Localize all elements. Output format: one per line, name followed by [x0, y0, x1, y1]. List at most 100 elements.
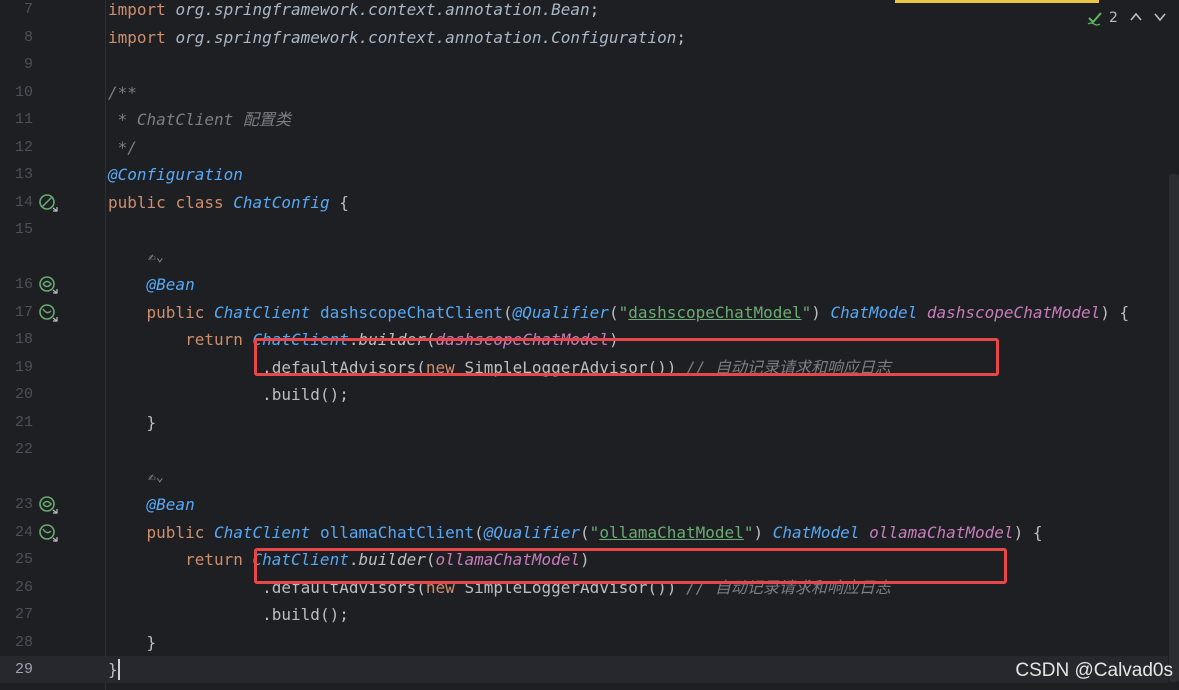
code-token: " — [589, 522, 600, 542]
code-line[interactable]: 23 @Bean — [0, 491, 1168, 518]
line-number[interactable]: 23 — [0, 491, 33, 518]
code-line[interactable]: 11 * ChatClient 配置类 — [0, 106, 1168, 133]
line-number[interactable]: 28 — [0, 629, 33, 656]
code-token: org.springframework.context.annotation.C… — [175, 27, 677, 47]
line-number[interactable]: 24 — [0, 519, 33, 546]
code-line[interactable]: 22 — [0, 436, 1168, 463]
ai-hint-icon[interactable]: ✍⌄ — [148, 244, 164, 271]
code-token: ) — [580, 550, 590, 569]
code-line[interactable]: 7 import org.springframework.context.anno… — [0, 0, 1168, 23]
code-text: import org.springframework.context.annot… — [108, 24, 686, 51]
code-token: ollamaChatModel — [435, 550, 581, 569]
inspection-widget[interactable]: 2 — [1079, 0, 1179, 36]
code-token: build — [271, 605, 320, 624]
chevron-up-icon[interactable] — [1130, 10, 1142, 26]
code-line[interactable]: 9 — [0, 51, 1168, 78]
line-number[interactable]: 12 — [0, 134, 33, 161]
line-number[interactable]: 15 — [0, 216, 33, 243]
code-token: ) — [608, 330, 619, 349]
code-line[interactable]: 25 return ChatClient.builder(ollamaChatM… — [0, 546, 1168, 573]
code-text: } — [108, 629, 157, 656]
code-line[interactable]: 13 @Configuration — [0, 161, 1168, 188]
code-token: // 自动记录请求和响应日志 — [686, 357, 891, 377]
watermark: CSDN @Calvad0s — [1015, 660, 1173, 681]
spring-bean-navigate-icon[interactable] — [38, 303, 60, 323]
line-number[interactable]: 10 — [0, 79, 33, 106]
code-line[interactable]: 12 */ — [0, 134, 1168, 161]
inspection-ok[interactable]: 2 — [1087, 10, 1118, 26]
code-token: @Qualifier — [483, 522, 581, 542]
line-number[interactable]: 17 — [0, 299, 33, 326]
line-number[interactable]: 8 — [0, 24, 33, 51]
line-number[interactable]: 26 — [0, 574, 33, 601]
line-number[interactable]: 29 — [0, 656, 33, 683]
code-token: @Bean — [146, 495, 195, 514]
code-token: public — [146, 522, 205, 542]
code-line[interactable]: 18 return ChatClient.builder(dashscopeCh… — [0, 326, 1168, 353]
code-line[interactable]: 8 import org.springframework.context.anno… — [0, 24, 1168, 51]
code-token: return — [185, 330, 243, 349]
line-number[interactable]: 25 — [0, 546, 33, 573]
code-token: dashscopeChatModel — [435, 330, 609, 349]
line-number[interactable]: 7 — [0, 0, 33, 23]
code-line[interactable]: 15 — [0, 216, 1168, 243]
code-token: ) — [753, 522, 773, 542]
line-number[interactable]: 30 — [0, 684, 33, 690]
code-line[interactable]: 30 — [0, 684, 1168, 690]
code-token: import — [108, 27, 166, 47]
spring-bean-icon[interactable] — [38, 495, 60, 515]
code-token: @Bean — [146, 275, 195, 294]
spring-bean-config-icon[interactable] — [38, 193, 60, 213]
line-number[interactable]: 16 — [0, 271, 33, 298]
line-number[interactable]: 13 — [0, 161, 33, 188]
line-number[interactable]: 11 — [0, 106, 33, 133]
code-line[interactable]: 27 .build(); — [0, 601, 1168, 628]
code-token: // 自动记录请求和响应日志 — [686, 577, 891, 597]
code-token: ChatClient — [213, 302, 311, 322]
code-token: ) { — [1100, 302, 1130, 322]
code-line[interactable]: ✍⌄ — [0, 464, 1168, 491]
code-token: . — [262, 385, 272, 404]
code-line[interactable]: 19 .defaultAdvisors(new SimpleLoggerAdvi… — [0, 354, 1168, 381]
code-text: .build(); — [108, 601, 349, 628]
code-line[interactable]: 28 } — [0, 629, 1168, 656]
code-line[interactable]: 16 @Bean — [0, 271, 1168, 298]
line-number[interactable]: 18 — [0, 326, 33, 353]
code-line[interactable]: 20 .build(); — [0, 381, 1168, 408]
code-text: public ChatClient ollamaChatClient(@Qual… — [108, 519, 1043, 546]
code-line[interactable]: 14 public class ChatConfig { — [0, 189, 1168, 216]
code-text: @Bean — [108, 491, 195, 518]
code-token: ( — [416, 577, 426, 597]
code-line[interactable]: ✍⌄ — [0, 244, 1168, 271]
code-token: ChatModel — [772, 522, 860, 542]
code-line[interactable]: 26 .defaultAdvisors(new SimpleLoggerAdvi… — [0, 574, 1168, 601]
line-number[interactable]: 27 — [0, 601, 33, 628]
line-number[interactable]: 19 — [0, 354, 33, 381]
code-token: ChatModel — [830, 302, 918, 322]
code-editor[interactable]: 7 import org.springframework.context.anno… — [0, 0, 1179, 690]
code-token: builder — [358, 550, 426, 569]
code-line[interactable]: 24 public ChatClient ollamaChatClient(@Q… — [0, 519, 1168, 546]
code-line[interactable]: 21 } — [0, 409, 1168, 436]
code-line[interactable]: 29} — [0, 656, 1168, 683]
line-number[interactable]: 22 — [0, 436, 33, 463]
spring-bean-icon[interactable] — [38, 275, 60, 295]
code-line[interactable]: 10 /** — [0, 79, 1168, 106]
ai-hint-icon[interactable]: ✍⌄ — [148, 464, 164, 491]
chevron-down-icon[interactable] — [1154, 10, 1166, 26]
line-number[interactable]: 14 — [0, 189, 33, 216]
line-number[interactable]: 21 — [0, 409, 33, 436]
code-line[interactable]: 17 public ChatClient dashscopeChatClient… — [0, 299, 1168, 326]
code-token: /** — [108, 82, 137, 102]
code-token: ChatClient — [252, 550, 349, 569]
line-number[interactable]: 9 — [0, 51, 33, 78]
line-number[interactable]: 20 — [0, 381, 33, 408]
vertical-scrollbar[interactable] — [1169, 174, 1179, 682]
spring-bean-navigate-icon[interactable] — [38, 523, 60, 543]
